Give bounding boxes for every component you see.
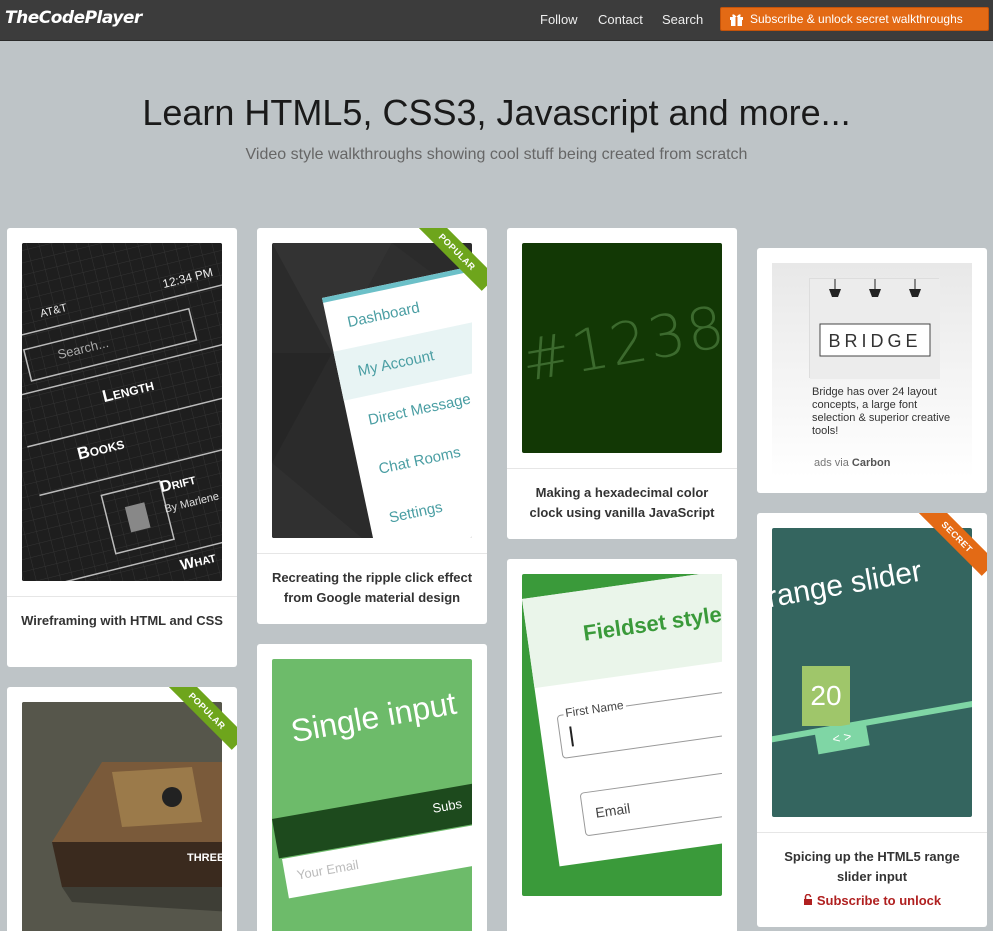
card-thumbnail[interactable]: Fieldset style First Name Email (522, 574, 722, 896)
subscribe-button[interactable]: Subscribe & unlock secret walkthroughs (720, 7, 989, 31)
card-title[interactable]: Recreating the ripple click effect from … (257, 568, 487, 608)
page-title: Learn HTML5, CSS3, Javascript and more..… (142, 92, 851, 133)
thumb-heading: range slider (772, 554, 925, 615)
carbon-ad[interactable]: BRIDGE Bridge has over 24 layout concept… (757, 248, 987, 493)
thumb-email-placeholder: Your Email (295, 856, 360, 883)
card-divider (257, 553, 487, 554)
page-subtitle: Video style walkthroughs showing cool st… (245, 146, 748, 163)
nav-search[interactable]: Search (662, 12, 703, 27)
card-wireframing[interactable]: 12:34 PM AT&T Search... Length Books Dri… (7, 228, 237, 667)
card-thumbnail[interactable]: Dashboard My Account Direct Message Chat… (272, 243, 472, 538)
card-divider (757, 832, 987, 833)
lock-icon (803, 893, 813, 905)
card-divider (507, 468, 737, 469)
card-title[interactable]: Wireframing with HTML and CSS (7, 611, 237, 631)
thumb-form: Fieldset style First Name Email (522, 574, 722, 867)
thumb-subscribe: Subs (431, 795, 464, 816)
card-3d[interactable]: THREE POPULAR (7, 687, 237, 931)
ad-via-brand: Carbon (851, 457, 891, 469)
thumb-email-label: Email (594, 800, 632, 821)
nav-contact[interactable]: Contact (598, 12, 643, 27)
card-divider (7, 596, 237, 597)
text-cursor (569, 726, 574, 747)
subscribe-to-unlock-link[interactable]: Subscribe to unlock (757, 893, 987, 908)
ad-logo: BRIDGE (828, 331, 922, 351)
ad-image[interactable]: BRIDGE (809, 278, 940, 379)
card-thumbnail[interactable]: THREE (22, 702, 222, 931)
card-title[interactable]: Making a hexadecimal color clock using v… (507, 483, 737, 523)
ad-container: BRIDGE Bridge has over 24 layout concept… (772, 263, 972, 478)
thumb-first-name-field: First Name (556, 687, 722, 759)
ad-text[interactable]: Bridge has over 24 layout concepts, a la… (812, 386, 962, 438)
card-thumbnail[interactable]: 12:34 PM AT&T Search... Length Books Dri… (22, 243, 222, 581)
ad-via-prefix: ads via (814, 457, 849, 469)
card-thumbnail[interactable]: Single input Subs Your Email (272, 659, 472, 931)
subscribe-label: Subscribe & unlock secret walkthroughs (750, 12, 963, 26)
card-fieldset[interactable]: Fieldset style First Name Email (507, 559, 737, 931)
card-thumbnail[interactable]: #123805 (522, 243, 722, 453)
card-range-slider[interactable]: range slider 20 < > SECRET Spicing up th… (757, 513, 987, 927)
thumb-slider-value: 20 (802, 666, 850, 726)
thumb-3d-text: THREE (187, 852, 222, 864)
ad-via[interactable]: ads via Carbon (814, 457, 890, 469)
card-ripple[interactable]: Dashboard My Account Direct Message Chat… (257, 228, 487, 624)
unlock-label: Subscribe to unlock (816, 893, 942, 908)
site-logo[interactable]: TheCodePlayer (5, 8, 142, 28)
thumb-email-field: Email (579, 765, 722, 837)
card-hex-clock[interactable]: #123805 Making a hexadecimal color clock… (507, 228, 737, 539)
top-navigation-bar: TheCodePlayer Follow Contact Search Subs… (0, 0, 993, 41)
nav-follow[interactable]: Follow (540, 12, 578, 27)
gift-icon (729, 13, 744, 26)
card-title[interactable]: Spicing up the HTML5 range slider input (757, 847, 987, 887)
thumb-first-name-label: First Name (562, 697, 627, 721)
thumb-heading: Single input (288, 684, 460, 750)
card-single-input[interactable]: Single input Subs Your Email (257, 644, 487, 931)
thumb-hex-text: #123805 (522, 278, 722, 396)
card-thumbnail[interactable]: range slider 20 < > (772, 528, 972, 817)
